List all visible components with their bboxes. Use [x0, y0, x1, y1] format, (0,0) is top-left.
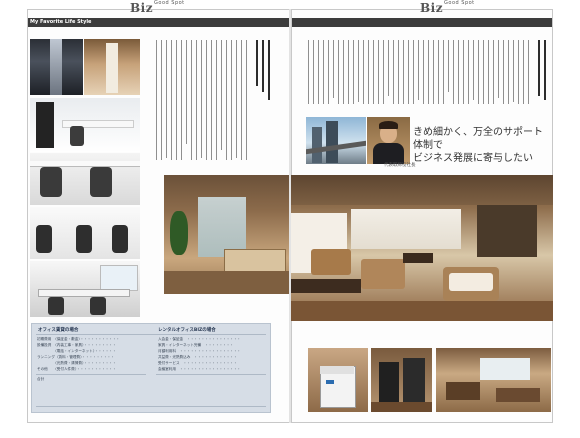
table-row-right-4: 共益費・光熱費込み ・・・・・・・・・・・・ — [158, 355, 238, 359]
table-row-left-3: 〈電話・インターネット〉・・・・・・ — [37, 349, 117, 353]
interview-headline: きめ細かく、万全のサポート体制で ビジネス発展に寄与したい — [413, 127, 543, 164]
table-row-right-2: 家具・インターネット完備 ・・・・・・・・ — [158, 343, 234, 347]
private-office-photo — [30, 98, 140, 152]
table-row-right-3: 月額利用料 ・・・・・・・・・・・・・・・・・ — [158, 349, 241, 353]
section-label: My Favorite Life Style — [30, 19, 92, 25]
copier-photo — [308, 348, 368, 412]
table-row-right-5: 受付サービス ・・・・・・・・・・・・・・・ — [158, 361, 238, 365]
table-row-left-1: 初期費用 〈保証金・敷金〉・・・・・・・・・・・ — [37, 337, 120, 341]
left-logo: BizGood Spot — [130, 0, 185, 16]
table-row-left-5: 〈光熱費・清掃費〉・・・・・・・・・ — [37, 361, 117, 365]
cost-comparison-table: オフィス賃貸の場合 レンタルオフィスBIZの場合 初期費用 〈保証金・敷金〉・・… — [31, 323, 271, 413]
workstation-photo — [30, 207, 140, 259]
cafe-space-photo — [436, 348, 551, 412]
lounge-desk-photo — [30, 261, 140, 317]
right-header-bar — [292, 18, 552, 27]
corridor-photo-1 — [30, 39, 83, 95]
table-heading-left: オフィス賃貸の場合 — [38, 328, 79, 333]
left-article-text — [150, 40, 276, 168]
corridor-photo-2 — [84, 39, 140, 95]
lounge-main-photo — [291, 175, 553, 321]
table-row-left-6: その他 〈受付人件費〉・・・・・・・・・・・ — [37, 367, 117, 371]
table-row-left-4: ランニング〈賃料・管理費〉・・・・・・・・・ — [37, 355, 115, 359]
table-heading-right: レンタルオフィスBIZの場合 — [158, 328, 216, 333]
table-row-right-6: 会議室利用 ・・・・・・・・・・・・・・・・・ — [158, 367, 241, 371]
table-row-left-2: 設備投資 〈内装工事・家具〉・・・・・・・・・ — [37, 343, 117, 347]
table-row-right-1: 入会金・保証金 ・・・・・・・・・・・・・・・ — [158, 337, 241, 341]
desk-room-photo — [30, 153, 140, 205]
coffee-machine-photo — [371, 348, 432, 412]
president-caption: 代表取締役社長 — [384, 163, 416, 168]
building-exterior-photo — [306, 117, 366, 164]
right-logo: BizGood Spot — [420, 0, 475, 16]
president-portrait-photo — [367, 117, 410, 164]
table-row-left-total: 合計 — [37, 377, 45, 381]
right-article-text — [300, 40, 550, 106]
reception-photo — [164, 175, 289, 294]
